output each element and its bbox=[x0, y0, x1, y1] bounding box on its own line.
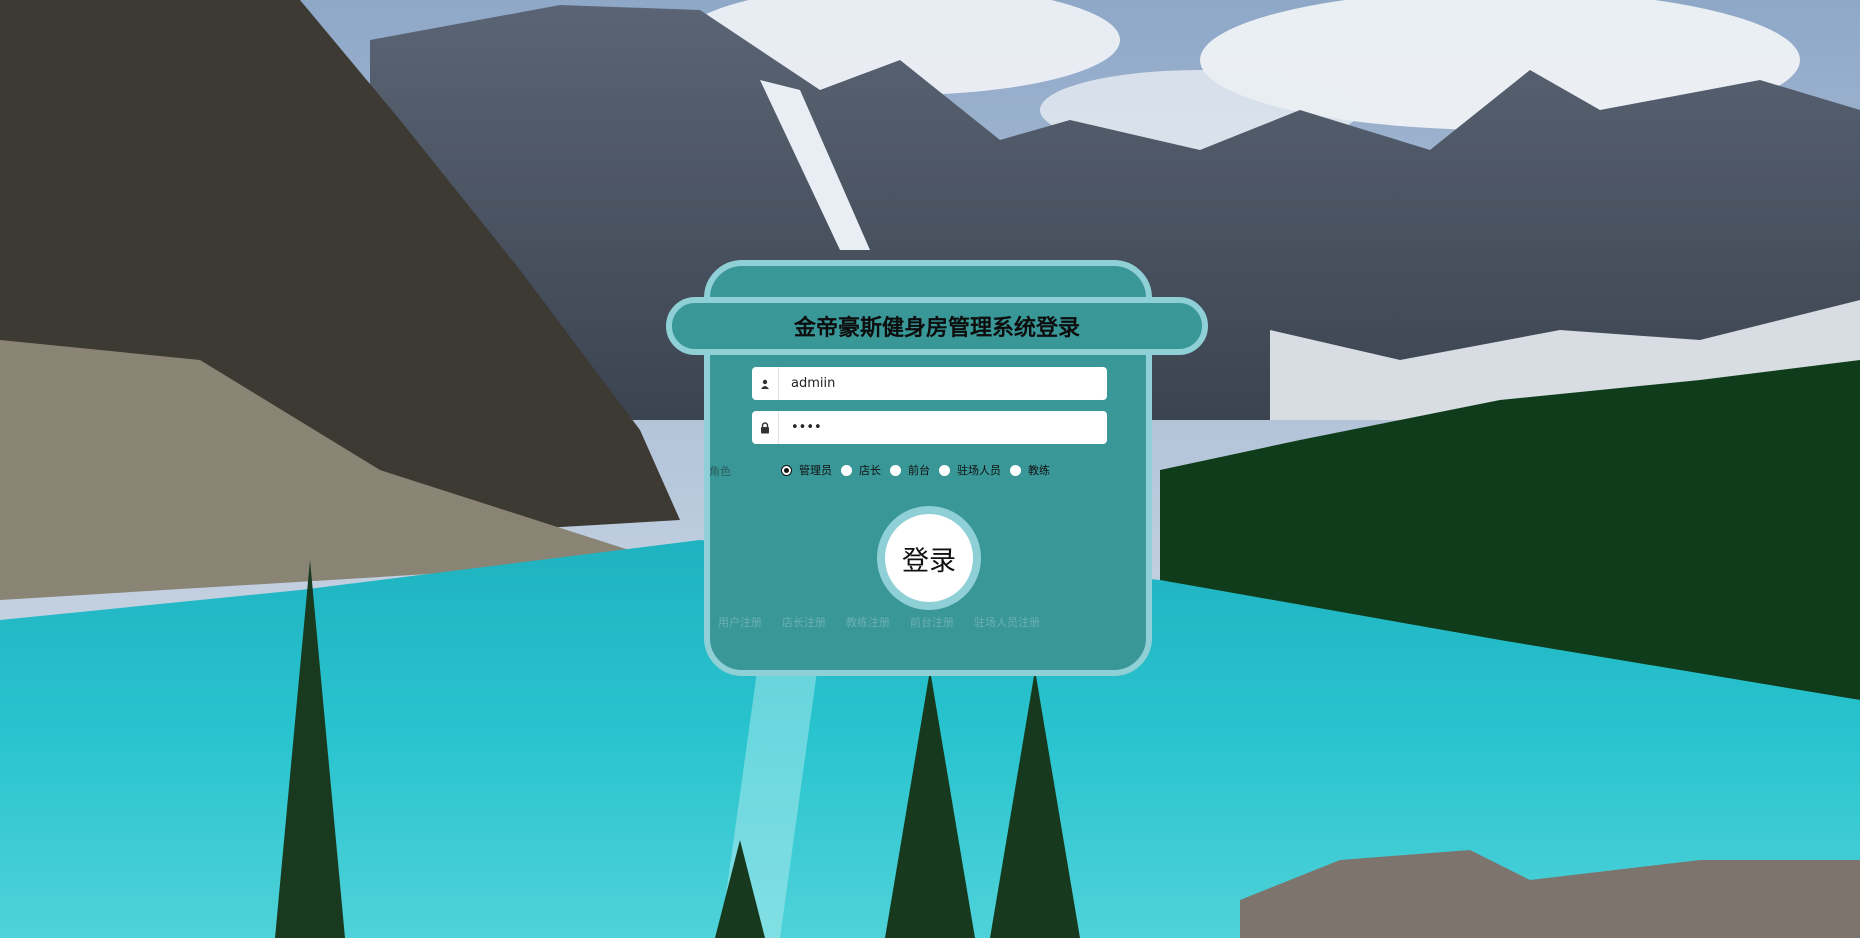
user-register-link[interactable]: 用户注册 bbox=[718, 614, 762, 630]
role-radio-group: 管理员 店长 前台 驻场人员 教练 bbox=[781, 462, 1059, 478]
role-option-onsite-staff[interactable]: 驻场人员 bbox=[939, 462, 1001, 478]
login-button[interactable]: 登录 bbox=[877, 506, 981, 610]
title-banner: 金帝豪斯健身房管理系统登录 bbox=[666, 297, 1208, 355]
radio-icon[interactable] bbox=[939, 464, 950, 476]
role-option-manager[interactable]: 店长 bbox=[841, 462, 881, 478]
radio-icon[interactable] bbox=[1010, 464, 1021, 476]
lock-icon bbox=[752, 411, 779, 444]
role-option-admin[interactable]: 管理员 bbox=[781, 462, 832, 478]
user-icon bbox=[752, 367, 779, 400]
front-desk-register-link[interactable]: 前台注册 bbox=[910, 614, 954, 630]
radio-checked-icon[interactable] bbox=[781, 464, 792, 476]
role-option-front-desk[interactable]: 前台 bbox=[890, 462, 930, 478]
role-option-label: 前台 bbox=[908, 464, 930, 477]
role-option-label: 教练 bbox=[1028, 464, 1050, 477]
role-option-label: 店长 bbox=[859, 464, 881, 477]
password-input[interactable] bbox=[779, 411, 1107, 444]
password-field[interactable] bbox=[752, 411, 1107, 444]
role-label: 角色 bbox=[709, 465, 731, 478]
role-option-label: 驻场人员 bbox=[957, 464, 1001, 477]
username-input[interactable] bbox=[779, 367, 1107, 400]
radio-icon[interactable] bbox=[890, 464, 901, 476]
radio-icon[interactable] bbox=[841, 464, 852, 476]
onsite-staff-register-link[interactable]: 驻场人员注册 bbox=[974, 614, 1040, 630]
username-field[interactable] bbox=[752, 367, 1107, 400]
coach-register-link[interactable]: 教练注册 bbox=[846, 614, 890, 630]
manager-register-link[interactable]: 店长注册 bbox=[782, 614, 826, 630]
page-title: 金帝豪斯健身房管理系统登录 bbox=[793, 316, 1080, 341]
role-option-label: 管理员 bbox=[799, 464, 832, 477]
role-option-coach[interactable]: 教练 bbox=[1010, 462, 1050, 478]
register-links: 用户注册 店长注册 教练注册 前台注册 驻场人员注册 bbox=[718, 614, 1060, 630]
